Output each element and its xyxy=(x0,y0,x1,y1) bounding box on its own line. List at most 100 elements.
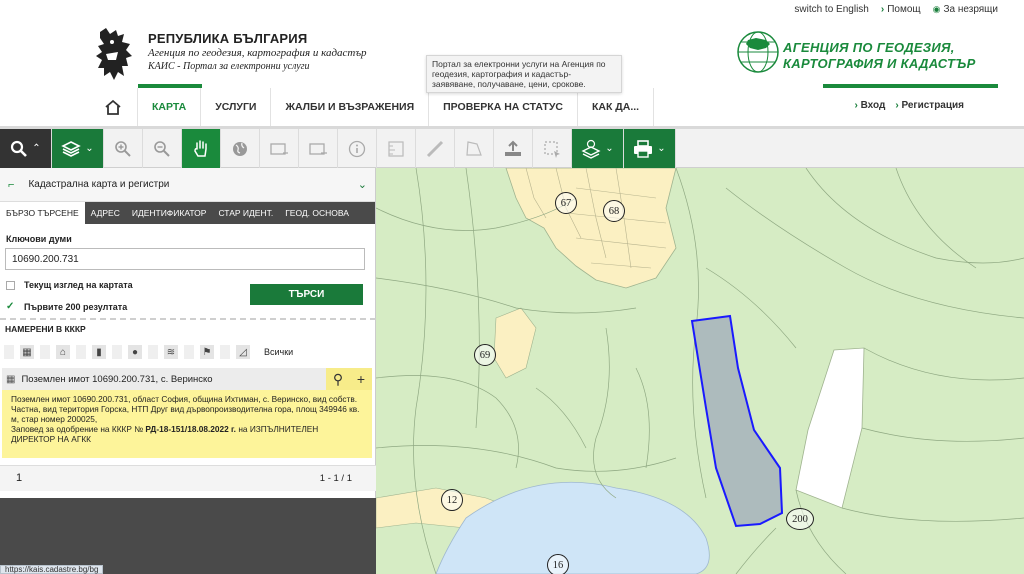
lion-emblem-icon[interactable] xyxy=(92,26,138,82)
agency-name[interactable]: АГЕНЦИЯ ПО ГЕОДЕЗИЯ, КАРТОГРАФИЯ И КАДАС… xyxy=(783,40,976,72)
parcel-number-label[interactable]: 68 xyxy=(603,200,625,222)
nav-status-check[interactable]: ПРОВЕРКА НА СТАТУС xyxy=(429,88,578,126)
result-description: Поземлен имот 10690.200.731, област Софи… xyxy=(11,394,360,424)
agency-globe-icon[interactable] xyxy=(736,30,780,74)
measure-line-icon xyxy=(426,140,444,157)
header: switch to English › Помощ ◉ За незрящи РЕП… xyxy=(0,0,1024,93)
status-bar-url: https://kais.cadastre.bg/bg xyxy=(0,565,104,574)
flag-filter-icon[interactable]: ⚑ xyxy=(200,345,214,359)
panel-empty-area xyxy=(0,498,376,574)
building-filter-icon[interactable]: ⌂ xyxy=(56,345,70,359)
search-panel: ⌐ Кадастрална карта и регистри ⌄ БЪРЗО Т… xyxy=(0,168,376,574)
help-label: Помощ xyxy=(887,4,921,15)
zoom-out-icon xyxy=(154,140,170,157)
upload-icon xyxy=(505,140,521,156)
filter-spacer xyxy=(148,345,158,359)
parcel-number-label[interactable]: 16 xyxy=(547,554,569,574)
nav-services[interactable]: УСЛУГИ xyxy=(201,88,272,126)
result-count: 1 - 1 / 1 xyxy=(319,473,352,484)
chevron-down-icon: ⌄ xyxy=(85,143,94,154)
location-filter-icon[interactable]: ● xyxy=(128,345,142,359)
accessibility-link[interactable]: ◉ За незрящи xyxy=(933,4,998,15)
map-toolbar: ⌃ ⌄ ⌄ ⌄ xyxy=(0,129,1024,168)
parcel-number-label[interactable]: 67 xyxy=(555,192,577,214)
switch-english-link[interactable]: switch to English xyxy=(794,4,868,15)
login-link[interactable]: › Вход xyxy=(854,100,885,111)
eye-icon: ◉ xyxy=(932,4,941,14)
filter-spacer xyxy=(184,345,194,359)
toolbar-filler xyxy=(676,129,1024,167)
zoom-out-button[interactable] xyxy=(143,129,182,168)
register-label: Регистрация xyxy=(901,100,964,111)
nav-complaints[interactable]: ЖАЛБИ И ВЪЗРАЖЕНИЯ xyxy=(271,88,430,126)
select-area-button[interactable] xyxy=(533,129,572,168)
agency-name-line1: АГЕНЦИЯ ПО ГЕОДЕЗИЯ, xyxy=(783,40,955,55)
ruler-button[interactable] xyxy=(377,129,416,168)
select-rect-button[interactable] xyxy=(260,129,299,168)
auth-links: › Вход › Регистрация xyxy=(854,100,964,111)
result-item-header[interactable]: ▦ Поземлен имот 10690.200.731, с. Веринс… xyxy=(2,368,372,390)
top-links: switch to English › Помощ ◉ За незрящи xyxy=(794,4,998,15)
zoom-in-button[interactable] xyxy=(104,129,143,168)
nav-map[interactable]: КАРТА xyxy=(138,88,202,126)
help-link[interactable]: › Помощ xyxy=(881,4,921,15)
portal-tooltip: Портал за електронни услуги на Агенция п… xyxy=(426,55,622,93)
deselect-button[interactable] xyxy=(299,129,338,168)
globe-button[interactable] xyxy=(221,129,260,168)
filter-spacer xyxy=(220,345,230,359)
search-tool-button[interactable]: ⌃ xyxy=(0,129,52,168)
measure-area-button[interactable] xyxy=(455,129,494,168)
portal-logo-text[interactable]: РЕПУБЛИКА БЪЛГАРИЯ Агенция по геодезия, … xyxy=(148,32,367,74)
keywords-input[interactable] xyxy=(5,248,365,270)
current-view-checkbox-row[interactable]: Текущ изглед на картата xyxy=(6,280,133,290)
parcel-number-label[interactable]: 200 xyxy=(786,508,814,530)
layers-icon xyxy=(61,140,82,157)
agency-name-line2: КАРТОГРАФИЯ И КАДАСТЪР xyxy=(783,56,976,71)
cadastral-map[interactable]: 67 68 69 12 200 16 xyxy=(376,168,1024,574)
map-canvas[interactable] xyxy=(376,168,1024,574)
tab-identifier[interactable]: ИДЕНТИФИКАТОР xyxy=(126,202,213,224)
chevron-right-icon: › xyxy=(880,4,885,15)
tab-old-identifier[interactable]: СТАР ИДЕНТ. xyxy=(212,202,279,224)
page-number[interactable]: 1 xyxy=(16,472,22,484)
layer-info-button[interactable]: ⌄ xyxy=(572,129,624,168)
filter-all-label[interactable]: Всички xyxy=(264,347,293,357)
info-icon xyxy=(348,140,366,157)
parcel-number-label[interactable]: 12 xyxy=(441,489,463,511)
info-button[interactable] xyxy=(338,129,377,168)
order-number: РД-18-151/18.08.2022 г. xyxy=(145,424,236,434)
filter-spacer xyxy=(4,345,14,359)
tab-quick-search[interactable]: БЪРЗО ТЪРСЕНЕ xyxy=(0,202,85,224)
layer-dropdown-value: Кадастрална карта и регистри xyxy=(28,179,170,190)
add-result-icon[interactable]: + xyxy=(357,371,365,387)
agency-subtitle: Агенция по геодезия, картография и кадас… xyxy=(148,47,367,59)
deselect-icon xyxy=(309,142,327,155)
result-pager: 1 1 - 1 / 1 xyxy=(0,465,376,491)
area-filter-icon[interactable]: ◿ xyxy=(236,345,250,359)
layers-tool-button[interactable]: ⌄ xyxy=(52,129,104,168)
search-button[interactable]: ТЪРСИ xyxy=(250,284,363,305)
zoom-to-result-icon[interactable]: ⚲ xyxy=(333,371,343,388)
apartment-filter-icon[interactable]: ▮ xyxy=(92,345,106,359)
upload-button[interactable] xyxy=(494,129,533,168)
pan-button[interactable] xyxy=(182,129,221,168)
first-200-label: Първите 200 резултата xyxy=(24,301,128,312)
layer-dropdown[interactable]: ⌐ Кадастрална карта и регистри ⌄ xyxy=(0,168,375,202)
select-area-icon xyxy=(544,140,560,158)
layer-filter-icon[interactable]: ≋ xyxy=(164,345,178,359)
dashed-divider xyxy=(0,318,376,320)
parcel-filter-icon[interactable]: ▦ xyxy=(20,345,34,359)
measure-area-icon xyxy=(466,140,482,156)
nav-home[interactable] xyxy=(88,88,138,126)
tab-address[interactable]: АДРЕС xyxy=(85,202,126,224)
print-button[interactable]: ⌄ xyxy=(624,129,676,168)
register-link[interactable]: › Регистрация xyxy=(895,100,964,111)
found-in-kkkr-label: НАМЕРЕНИ В КККР xyxy=(5,324,86,334)
current-view-checkbox[interactable] xyxy=(6,280,15,290)
parcel-number-label[interactable]: 69 xyxy=(474,344,496,366)
measure-line-button[interactable] xyxy=(416,129,455,168)
tab-geodetic-base[interactable]: ГЕОД. ОСНОВА xyxy=(279,202,355,224)
nav-how-to[interactable]: КАК ДА... xyxy=(578,88,655,126)
checkmark-icon[interactable]: ✓ xyxy=(6,301,15,312)
first-200-checkbox-row[interactable]: ✓ Първите 200 резултата xyxy=(6,301,127,312)
